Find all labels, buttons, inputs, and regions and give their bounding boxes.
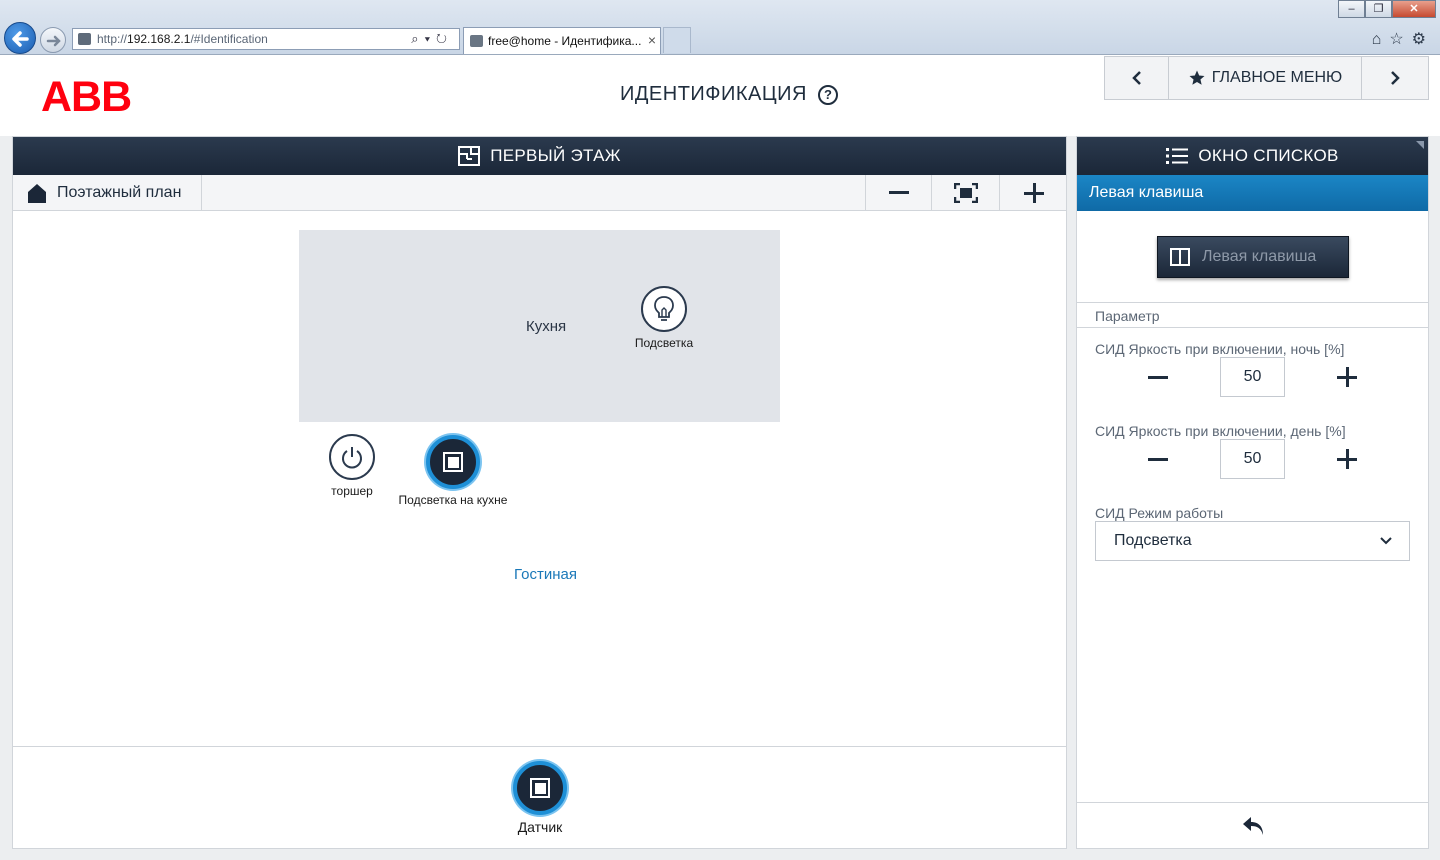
window-controls: – ❐ ✕ [1338,0,1436,18]
plus-icon [1023,182,1044,203]
favorites-star-icon[interactable]: ☆ [1389,31,1411,48]
back-return-icon[interactable] [1241,815,1265,837]
settings-gear-icon[interactable]: ⚙ [1412,31,1434,48]
device-label: Подсветка [634,336,694,350]
browser-chrome: http://192.168.2.1/#Identification ⌕▾↻ f… [0,0,1440,55]
chevron-left-icon [1131,71,1141,85]
nav-next-button[interactable] [1362,57,1428,99]
page-favicon-icon [78,33,91,45]
night-increment-button[interactable] [1337,367,1357,387]
day-brightness-input[interactable]: 50 [1220,439,1285,479]
device-label: Подсветка на кухне [398,493,508,507]
top-navigation: ГЛАВНОЕ МЕНЮ [1104,56,1429,100]
url-prefix: http:// [97,32,128,46]
browser-toolbar-icons: ⌂☆⚙ [1372,29,1434,49]
tab-close-icon[interactable]: × [648,32,656,48]
help-icon[interactable]: ? [818,85,838,105]
zoom-out-button[interactable] [865,175,931,210]
main-menu-button[interactable]: ГЛАВНОЕ МЕНЮ [1169,57,1362,99]
tab-title: free@home - Идентифика... [488,34,642,48]
app-header: ABB ИДЕНТИФИКАЦИЯ ? ГЛАВНОЕ МЕНЮ [0,55,1440,136]
url-host: 192.168.2.1 [127,32,191,46]
restore-window-button[interactable]: ❐ [1365,0,1392,18]
parameter-header: Параметр [1077,302,1428,328]
selected-item-header: Левая клавиша [1077,175,1428,211]
device-label: Датчик [517,819,563,835]
device-kitchen-sensor[interactable]: Подсветка на кухне [390,435,516,507]
floor-toolbar: Поэтажный план [13,175,1066,211]
floor-plan-icon [458,146,481,166]
param-label-day: СИД Яркость при включении, день [%] [1095,423,1346,439]
search-icon[interactable]: ⌕ [411,31,424,46]
day-increment-button[interactable] [1337,449,1357,469]
list-title: ОКНО СПИСКОВ [1198,146,1339,165]
tab-favicon-icon [470,35,483,47]
list-icon [1166,148,1189,164]
sensor-switch-icon [426,435,480,489]
browser-back-button[interactable] [4,22,36,54]
day-decrement-button[interactable] [1148,458,1168,461]
new-tab-button[interactable] [663,27,691,53]
mode-select[interactable]: Подсветка [1095,521,1410,561]
param-label-mode: СИД Режим работы [1095,505,1224,521]
list-window-panel: ОКНО СПИСКОВ Левая клавиша Левая клавиша… [1076,136,1429,849]
main-menu-label: ГЛАВНОЕ МЕНЮ [1211,69,1343,86]
param-label-night: СИД Яркость при включении, ночь [%] [1095,341,1345,357]
arrow-right-icon [46,35,61,47]
refresh-icon[interactable]: ↻ [436,31,453,46]
mode-select-value: Подсветка [1114,532,1192,549]
lightbulb-icon [641,286,687,332]
zoom-in-button[interactable] [999,175,1067,210]
house-icon [28,183,46,203]
browser-forward-button[interactable] [40,27,66,53]
list-footer [1077,802,1428,848]
abb-logo: ABB [41,73,132,121]
corner-resize-icon[interactable] [1416,141,1424,149]
device-kitchen-light[interactable]: Подсветка [619,286,709,350]
floor-plan-canvas[interactable]: Кухня Подсветка торшер Подсветка на кухн… [299,230,780,726]
night-decrement-button[interactable] [1148,376,1168,379]
close-window-button[interactable]: ✕ [1392,0,1436,18]
tray-device-sensor[interactable]: Датчик [495,761,585,835]
device-floor-lamp[interactable]: торшер [315,434,389,498]
room-label-living[interactable]: Гостиная [514,566,577,583]
arrow-left-icon [12,31,29,47]
rocker-key-icon [1170,248,1190,266]
chevron-down-icon [1380,537,1392,545]
address-bar[interactable]: http://192.168.2.1/#Identification ⌕▾↻ [72,28,460,50]
left-key-button[interactable]: Левая клавиша [1157,236,1349,278]
page-title: ИДЕНТИФИКАЦИЯ [620,83,807,105]
address-tools[interactable]: ⌕▾↻ [411,31,453,47]
chevron-right-icon [1391,71,1400,85]
star-icon [1189,70,1205,85]
left-key-label: Левая клавиша [1202,248,1317,265]
device-tray: Датчик [13,746,1066,848]
power-icon [329,434,375,480]
device-label: торшер [331,484,373,498]
sensor-switch-icon [513,761,567,815]
minus-icon [888,191,909,194]
night-brightness-input[interactable]: 50 [1220,357,1285,397]
fit-to-screen-icon [953,182,978,203]
dropdown-icon[interactable]: ▾ [425,31,436,46]
floor-plan-button[interactable]: Поэтажный план [13,175,202,210]
minimize-window-button[interactable]: – [1338,0,1365,18]
floor-panel-header: ПЕРВЫЙ ЭТАЖ [13,137,1066,175]
floor-title: ПЕРВЫЙ ЭТАЖ [490,146,621,165]
url-path: /#Identification [190,32,268,46]
nav-prev-button[interactable] [1105,57,1169,99]
floor-plan-label: Поэтажный план [57,183,182,201]
browser-tab[interactable]: free@home - Идентифика... × [463,27,661,54]
floor-plan-panel: ПЕРВЫЙ ЭТАЖ Поэтажный план Кухня Подсвет… [12,136,1067,849]
list-panel-header: ОКНО СПИСКОВ [1077,137,1428,175]
zoom-fit-button[interactable] [931,175,999,210]
home-icon[interactable]: ⌂ [1372,31,1390,48]
room-label-kitchen: Кухня [526,318,567,335]
